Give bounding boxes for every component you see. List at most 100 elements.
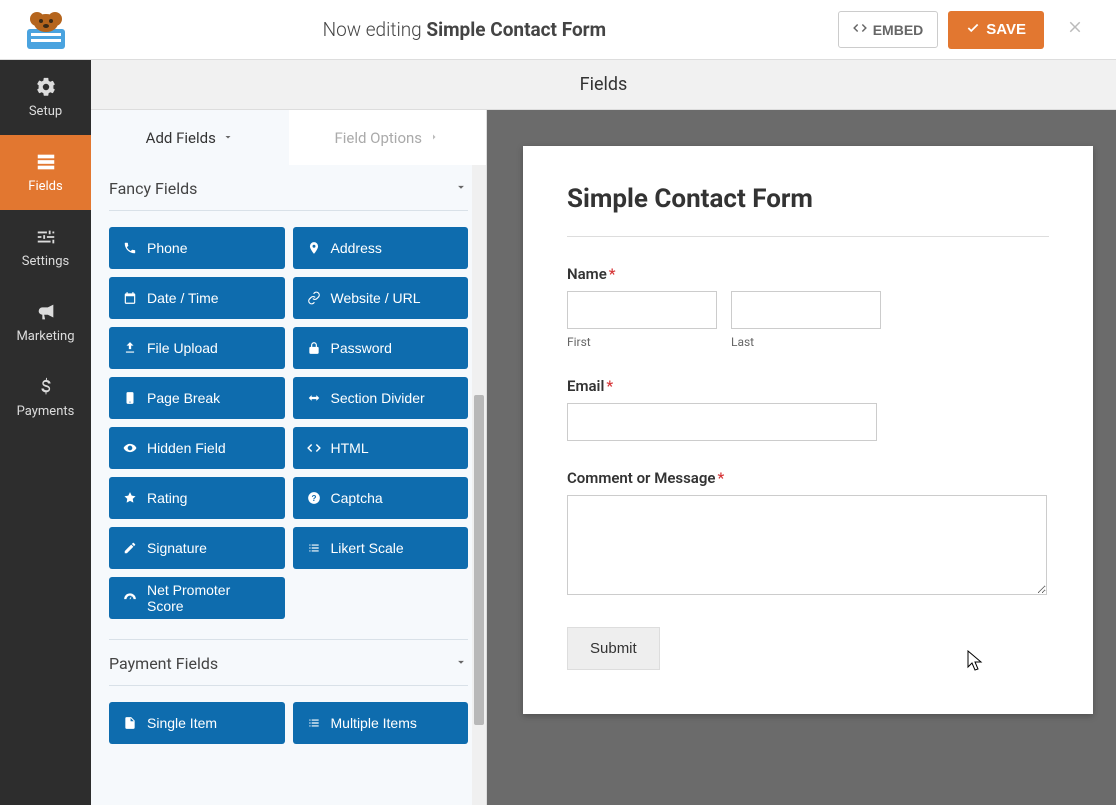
field-type-label: Website / URL: [331, 290, 421, 306]
nav-setup-label: Setup: [29, 104, 62, 119]
topbar: Now editing Simple Contact Form EMBED SA…: [0, 0, 1116, 60]
nav-fields[interactable]: Fields: [0, 135, 91, 210]
last-name-input[interactable]: [731, 291, 881, 329]
field-type-single-item[interactable]: Single Item: [109, 702, 285, 744]
chevron-right-icon: [428, 129, 440, 147]
field-type-section-divider[interactable]: Section Divider: [293, 377, 469, 419]
field-type-label: Single Item: [147, 715, 217, 731]
fields-panel: Add Fields Field Options Fancy Fields: [91, 110, 487, 805]
tab-field-options-label: Field Options: [334, 129, 422, 147]
list-icon: [307, 541, 321, 555]
check-icon: [966, 21, 980, 39]
last-sublabel: Last: [731, 335, 881, 349]
field-type-rating[interactable]: Rating: [109, 477, 285, 519]
nav-setup[interactable]: Setup: [0, 60, 91, 135]
pencil-icon: [123, 541, 137, 555]
submit-label: Submit: [590, 640, 637, 657]
field-type-phone[interactable]: Phone: [109, 227, 285, 269]
panel-body[interactable]: Fancy Fields Phone Address Date / Time Webs…: [91, 165, 486, 805]
form-icon: [35, 151, 57, 173]
nav-marketing-label: Marketing: [16, 329, 74, 344]
required-mark: *: [609, 265, 616, 283]
logo: [0, 9, 91, 51]
field-type-file-upload[interactable]: File Upload: [109, 327, 285, 369]
field-type-label: Net Promoter Score: [147, 582, 271, 614]
tab-add-fields-label: Add Fields: [146, 129, 216, 147]
title-form-name: Simple Contact Form: [426, 18, 606, 41]
bullhorn-icon: [35, 301, 57, 323]
lock-icon: [307, 341, 321, 355]
first-name-input[interactable]: [567, 291, 717, 329]
field-type-label: HTML: [331, 440, 369, 456]
scrollbar-thumb[interactable]: [474, 395, 484, 725]
question-icon: ?: [307, 491, 321, 505]
form-preview: Simple Contact Form Name* First: [487, 110, 1116, 805]
field-comment[interactable]: Comment or Message*: [567, 469, 1049, 599]
field-type-page-break[interactable]: Page Break: [109, 377, 285, 419]
field-type-label: Address: [331, 240, 382, 256]
dollar-icon: [35, 376, 57, 398]
link-icon: [307, 291, 321, 305]
page-title: Now editing Simple Contact Form: [91, 18, 838, 41]
field-type-label: Signature: [147, 540, 207, 556]
submit-button[interactable]: Submit: [567, 627, 660, 670]
code-icon: [853, 21, 867, 38]
field-type-html[interactable]: HTML: [293, 427, 469, 469]
field-email[interactable]: Email*: [567, 377, 1049, 441]
embed-label: EMBED: [873, 22, 924, 38]
field-type-address[interactable]: Address: [293, 227, 469, 269]
field-name[interactable]: Name* First Last: [567, 265, 1049, 349]
nav-payments-label: Payments: [17, 404, 75, 419]
field-type-label: Hidden Field: [147, 440, 226, 456]
file-icon: [123, 716, 137, 730]
phone-icon: [123, 241, 137, 255]
field-type-label: Page Break: [147, 390, 220, 406]
save-button[interactable]: SAVE: [948, 11, 1044, 49]
nav-payments[interactable]: Payments: [0, 360, 91, 435]
panel-scrollbar[interactable]: [472, 165, 486, 805]
field-type-password[interactable]: Password: [293, 327, 469, 369]
comment-label-text: Comment or Message: [567, 469, 715, 487]
email-label-text: Email: [567, 377, 604, 395]
wpforms-logo-icon: [19, 9, 73, 51]
nav-settings-label: Settings: [22, 254, 69, 269]
group-payment-fields-header[interactable]: Payment Fields: [109, 640, 468, 686]
field-type-net-promoter-score[interactable]: Net Promoter Score: [109, 577, 285, 619]
star-icon: [123, 491, 137, 505]
first-sublabel: First: [567, 335, 717, 349]
tab-add-fields[interactable]: Add Fields: [91, 110, 289, 165]
close-button[interactable]: [1054, 17, 1096, 42]
nav-fields-label: Fields: [28, 179, 62, 194]
field-type-captcha[interactable]: ?Captcha: [293, 477, 469, 519]
email-input[interactable]: [567, 403, 877, 441]
field-type-website-url[interactable]: Website / URL: [293, 277, 469, 319]
group-fancy-fields-title: Fancy Fields: [109, 179, 197, 198]
fields-header-label: Fields: [580, 74, 628, 95]
field-type-label: Multiple Items: [331, 715, 417, 731]
email-label: Email*: [567, 377, 1049, 395]
payment-fields-grid: Single Item Multiple Items: [109, 686, 468, 764]
group-payment-fields-title: Payment Fields: [109, 654, 218, 673]
upload-icon: [123, 341, 137, 355]
form-title: Simple Contact Form: [567, 184, 1049, 214]
comment-textarea[interactable]: [567, 495, 1047, 595]
required-mark: *: [717, 469, 724, 487]
field-type-label: Password: [331, 340, 392, 356]
field-type-date-time[interactable]: Date / Time: [109, 277, 285, 319]
field-type-likert-scale[interactable]: Likert Scale: [293, 527, 469, 569]
tab-field-options[interactable]: Field Options: [289, 110, 487, 165]
nav-marketing[interactable]: Marketing: [0, 285, 91, 360]
comment-label: Comment or Message*: [567, 469, 1049, 487]
close-icon: [1066, 18, 1084, 36]
required-mark: *: [606, 377, 613, 395]
field-type-signature[interactable]: Signature: [109, 527, 285, 569]
field-type-multiple-items[interactable]: Multiple Items: [293, 702, 469, 744]
field-type-hidden-field[interactable]: Hidden Field: [109, 427, 285, 469]
divider: [567, 236, 1049, 237]
embed-button[interactable]: EMBED: [838, 11, 939, 48]
calendar-icon: [123, 291, 137, 305]
chevron-down-icon: [454, 654, 468, 673]
nav-settings[interactable]: Settings: [0, 210, 91, 285]
group-fancy-fields-header[interactable]: Fancy Fields: [109, 165, 468, 211]
arrows-icon: [307, 391, 321, 405]
